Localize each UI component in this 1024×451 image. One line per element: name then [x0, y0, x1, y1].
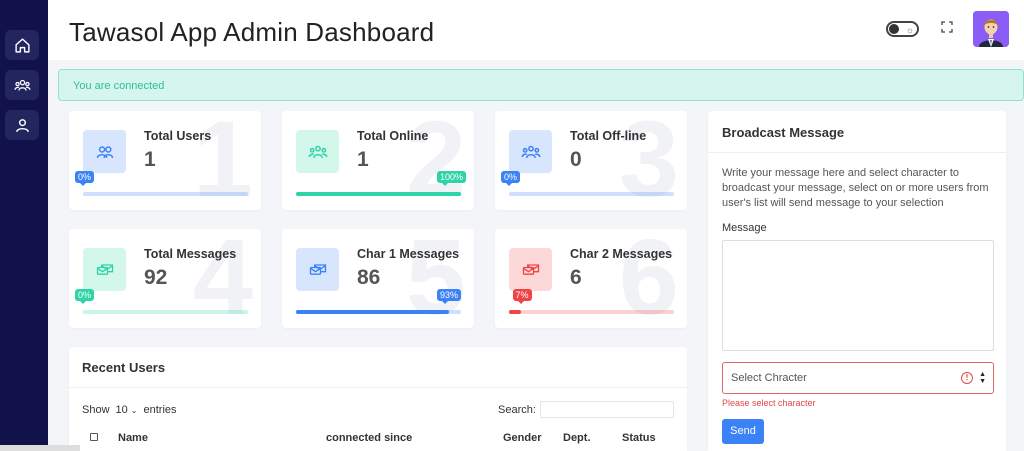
stat-value: 6 [570, 266, 582, 289]
browser-status-tooltip [0, 445, 80, 451]
stat-card-total-messages: 4 Total Messages 92 0% [69, 229, 261, 328]
progress-track [83, 310, 248, 314]
user-icon [15, 118, 29, 132]
select-all-checkbox[interactable] [90, 433, 98, 441]
percent-badge: 0% [501, 171, 521, 186]
home-icon [14, 37, 30, 53]
message-label: Message [722, 222, 767, 234]
send-button[interactable]: Send [722, 419, 764, 444]
stat-label: Total Off-line [570, 129, 647, 143]
progress-fill [509, 310, 521, 314]
search-input[interactable] [540, 401, 674, 418]
entries-select[interactable]: 10 ⌄ [116, 404, 138, 416]
entries-label: entries [143, 404, 177, 416]
stat-label: Char 1 Messages [357, 247, 460, 261]
messages-icon [522, 263, 539, 275]
broadcast-title: Broadcast Message [722, 125, 845, 140]
avatar-image [973, 11, 1009, 47]
entries-value: 10 [115, 404, 128, 416]
stat-card-total-users: 1 Total Users 1 0% [69, 111, 261, 210]
stat-card-total-offline: 3 Total Off-line 0 0% [495, 111, 687, 210]
stat-value: 1 [144, 148, 156, 171]
stat-card-char1-messages: 5 Char 1 Messages 86 93% [282, 229, 474, 328]
card-divider [69, 387, 687, 388]
stat-card-char2-messages: 6 Char 2 Messages 6 7% [495, 229, 687, 328]
avatar[interactable] [973, 11, 1009, 47]
search-label: Search: [498, 404, 536, 416]
column-header-gender[interactable]: Gender [503, 432, 542, 444]
card-divider [708, 152, 1006, 153]
character-select-placeholder: Select Chracter [731, 372, 807, 384]
stat-value: 92 [144, 266, 168, 289]
progress-fill [296, 192, 461, 196]
column-header-status[interactable]: Status [622, 432, 656, 444]
warning-icon: ! [961, 372, 973, 384]
stat-icon-box [509, 248, 552, 291]
stat-icon-box [296, 130, 339, 173]
recent-users-title: Recent Users [82, 360, 166, 375]
stat-label: Total Messages [144, 247, 237, 261]
show-label: Show [82, 404, 110, 416]
messages-icon [309, 263, 326, 275]
progress-track [509, 310, 674, 314]
progress-track [296, 310, 461, 314]
users-group-icon [13, 79, 31, 91]
connection-alert: You are connected [58, 69, 1024, 101]
stat-icon-box [83, 248, 126, 291]
stat-value: 0 [570, 148, 582, 171]
sidebar-item-users[interactable] [5, 70, 39, 100]
percent-badge: 100% [437, 171, 467, 186]
character-select[interactable]: Select Chracter ! ▲ ▼ [722, 362, 994, 394]
broadcast-description: Write your message here and select chara… [722, 167, 989, 209]
stat-icon-box [83, 130, 126, 173]
stat-icon-box [296, 248, 339, 291]
entries-control: Show 10 ⌄ entries [82, 404, 177, 416]
message-textarea[interactable] [722, 240, 994, 351]
stat-card-total-online: 2 Total Online 1 100% [282, 111, 474, 210]
progress-track [83, 192, 248, 196]
column-header-dept[interactable]: Dept. [563, 432, 591, 444]
progress-track [296, 192, 461, 196]
stat-icon-box [509, 130, 552, 173]
column-header-name[interactable]: Name [118, 432, 148, 444]
stat-label: Total Users [144, 129, 212, 143]
percent-badge: 0% [75, 171, 95, 186]
percent-badge: 93% [437, 289, 462, 304]
column-header-connected-since[interactable]: connected since [326, 432, 412, 444]
sidebar [0, 0, 48, 451]
toggle-knob [889, 24, 899, 34]
sidebar-item-profile[interactable] [5, 110, 39, 140]
stat-value: 1 [357, 148, 369, 171]
broadcast-card: Broadcast Message Write your message her… [708, 111, 1006, 451]
character-error-message: Please select character [722, 398, 816, 408]
percent-badge: 0% [75, 289, 95, 304]
percent-badge: 7% [512, 289, 532, 304]
top-bar: Tawasol App Admin Dashboard ☼ [48, 0, 1024, 60]
users-icon [96, 145, 113, 158]
users-offline-icon [521, 145, 540, 158]
messages-icon [96, 263, 113, 275]
stat-label: Char 2 Messages [570, 247, 673, 261]
select-caret-icon: ▲ ▼ [979, 371, 986, 385]
progress-fill [296, 310, 450, 314]
recent-users-card: Recent Users Show 10 ⌄ entries Search: N… [69, 347, 687, 451]
stat-label: Total Online [357, 129, 429, 143]
page-title: Tawasol App Admin Dashboard [69, 17, 435, 47]
users-online-icon [308, 145, 327, 158]
stat-value: 86 [357, 266, 381, 289]
fullscreen-icon[interactable] [941, 21, 953, 33]
sun-icon: ☼ [905, 25, 914, 35]
sidebar-item-home[interactable] [5, 30, 39, 60]
chevron-down-icon: ⌄ [130, 405, 138, 415]
progress-track [509, 192, 674, 196]
theme-toggle[interactable]: ☼ [886, 21, 919, 37]
